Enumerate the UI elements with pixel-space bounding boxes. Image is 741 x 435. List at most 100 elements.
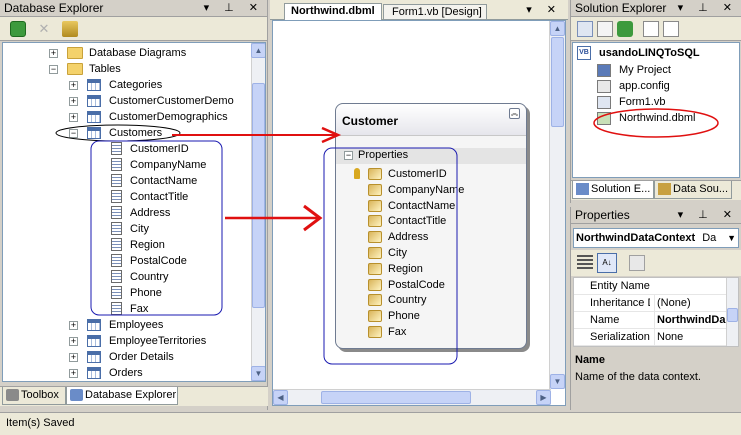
solution-item[interactable]: app.config (597, 78, 670, 94)
tree-node-column[interactable]: Address (3, 205, 253, 221)
solution-item[interactable]: Form1.vb (597, 94, 665, 110)
connect-to-database-icon[interactable] (62, 21, 78, 37)
expand-icon[interactable]: + (69, 321, 78, 330)
tree-node-column[interactable]: ContactName (3, 173, 253, 189)
property-row[interactable]: Entity Names (574, 278, 726, 295)
property-name: Serialization (590, 331, 650, 343)
entity-property[interactable]: Region (354, 261, 524, 277)
chevron-down-icon[interactable]: ▼ (727, 229, 736, 247)
scroll-up-button[interactable]: ▲ (251, 43, 265, 58)
object-selector[interactable]: NorthwindDataContext Da ▼ (573, 228, 739, 248)
expand-icon[interactable]: + (69, 353, 78, 362)
solution-explorer-window-buttons[interactable]: ▾ ⊥ ✕ (678, 0, 738, 17)
expand-icon[interactable]: + (69, 81, 78, 90)
entity-property[interactable]: Address (354, 229, 524, 245)
collapse-properties-icon[interactable]: − (344, 151, 353, 160)
tree-node-column[interactable]: Phone (3, 285, 253, 301)
expand-icon[interactable]: + (69, 369, 78, 378)
tree-node-column[interactable]: Fax (3, 301, 253, 317)
designer-vertical-scrollbar[interactable]: ▲ ▼ (549, 21, 565, 389)
scroll-down-button[interactable]: ▼ (251, 366, 265, 381)
designer-surface[interactable]: Customer ︽ − Properties CustomerID Compan… (272, 20, 566, 406)
tree-node-table[interactable]: + EmployeeTerritories (3, 333, 253, 349)
alphabetical-icon[interactable]: A↓ (597, 253, 617, 273)
scroll-thumb[interactable] (252, 83, 265, 308)
entity-property[interactable]: Phone (354, 308, 524, 324)
entity-property[interactable]: City (354, 245, 524, 261)
designer-scroll-thumb[interactable] (551, 37, 564, 127)
tree-node-column[interactable]: Region (3, 237, 253, 253)
entity-property[interactable]: ContactTitle (354, 213, 524, 229)
tab-solution-explorer[interactable]: Solution E... (572, 181, 654, 199)
designer-scroll-left[interactable]: ◀ (273, 390, 288, 405)
categorized-icon[interactable] (577, 255, 593, 271)
tree-node-table[interactable]: + CustomerDemographics (3, 109, 253, 125)
tree-node-column[interactable]: Country (3, 269, 253, 285)
entity-property[interactable]: ContactName (354, 198, 524, 214)
expand-icon[interactable]: + (69, 97, 78, 106)
expand-icon[interactable]: + (69, 337, 78, 346)
database-explorer-tree[interactable]: + Database Diagrams − Tables + Categories + Cus… (2, 42, 266, 382)
tree-node-table[interactable]: + Order Details (3, 349, 253, 365)
tree-node-table[interactable]: + Orders (3, 365, 253, 381)
delete-icon[interactable]: ✕ (36, 21, 52, 37)
tab-northwind-dbml[interactable]: Northwind.dbml (284, 3, 382, 20)
property-row[interactable]: Name NorthwindDa (574, 312, 726, 329)
customer-entity-box[interactable]: Customer ︽ − Properties CustomerID Compan… (335, 103, 527, 349)
tree-node-tables[interactable]: − Tables (3, 61, 253, 77)
property-value[interactable]: (None) (654, 295, 729, 312)
property-value[interactable]: NorthwindDa (654, 312, 729, 329)
property-value[interactable]: None (654, 329, 729, 346)
entity-property[interactable]: CompanyName (354, 182, 524, 198)
refresh-icon[interactable] (10, 21, 26, 37)
entity-property[interactable]: PostalCode (354, 277, 524, 293)
tree-node-column[interactable]: PostalCode (3, 253, 253, 269)
collapse-icon[interactable]: − (69, 129, 78, 138)
collapse-entity-icon[interactable]: ︽ (509, 108, 520, 119)
entity-property[interactable]: Fax (354, 324, 524, 340)
document-window-buttons[interactable]: ▾ ✕ (526, 3, 562, 16)
tree-node-table[interactable]: + Employees (3, 317, 253, 333)
property-row[interactable]: Inheritance D (None) (574, 295, 726, 312)
properties-window-buttons[interactable]: ▾ ⊥ ✕ (678, 207, 738, 224)
property-pages-icon[interactable] (629, 255, 645, 271)
solution-tree[interactable]: VB usandoLINQToSQL My Project app.config F… (572, 42, 740, 178)
expand-icon[interactable]: + (49, 49, 58, 58)
show-all-files-icon[interactable] (597, 21, 613, 37)
entity-property[interactable]: CustomerID (354, 166, 524, 182)
collapse-icon[interactable]: − (49, 65, 58, 74)
entity-property[interactable]: Country (354, 292, 524, 308)
tree-vertical-scrollbar[interactable]: ▲ ▼ (251, 43, 265, 381)
designer-scroll-up[interactable]: ▲ (550, 21, 565, 36)
tree-node-customers[interactable]: − Customers (3, 125, 253, 141)
tree-node-column[interactable]: CompanyName (3, 157, 253, 173)
panel-window-buttons[interactable]: ▾ ⊥ ✕ (204, 0, 264, 17)
designer-hscroll-thumb[interactable] (321, 391, 471, 404)
tree-node-column[interactable]: City (3, 221, 253, 237)
properties-section-header[interactable]: − Properties (336, 148, 526, 164)
project-node[interactable]: VB usandoLINQToSQL (577, 45, 700, 61)
tab-database-explorer[interactable]: Database Explorer (66, 387, 178, 405)
tab-toolbox[interactable]: Toolbox (2, 387, 66, 405)
property-grid[interactable]: Entity Names Inheritance D (None) Name North… (573, 277, 739, 347)
designer-scroll-right[interactable]: ▶ (536, 390, 551, 405)
view-code-icon[interactable] (643, 21, 659, 37)
designer-scroll-down[interactable]: ▼ (550, 374, 565, 389)
expand-icon[interactable]: + (69, 113, 78, 122)
tree-node-database-diagrams[interactable]: + Database Diagrams (3, 45, 253, 61)
property-grid-scrollbar[interactable] (726, 278, 738, 346)
tree-node-column[interactable]: ContactTitle (3, 189, 253, 205)
tab-form1-design[interactable]: Form1.vb [Design] (383, 4, 487, 19)
tree-node-table[interactable]: + Categories (3, 77, 253, 93)
view-designer-icon[interactable] (663, 21, 679, 37)
refresh-icon[interactable] (617, 21, 633, 37)
solution-item[interactable]: Northwind.dbml (597, 110, 695, 126)
tab-data-sources[interactable]: Data Sou... (654, 181, 732, 199)
tree-node-column[interactable]: CustomerID (3, 141, 253, 157)
property-grid-thumb[interactable] (727, 308, 738, 322)
solution-item[interactable]: My Project (597, 62, 671, 78)
tree-node-table[interactable]: + CustomerCustomerDemo (3, 93, 253, 109)
designer-horizontal-scrollbar[interactable]: ◀ ▶ (273, 389, 551, 405)
properties-icon[interactable] (577, 21, 593, 37)
property-row[interactable]: Serialization None (574, 329, 726, 346)
